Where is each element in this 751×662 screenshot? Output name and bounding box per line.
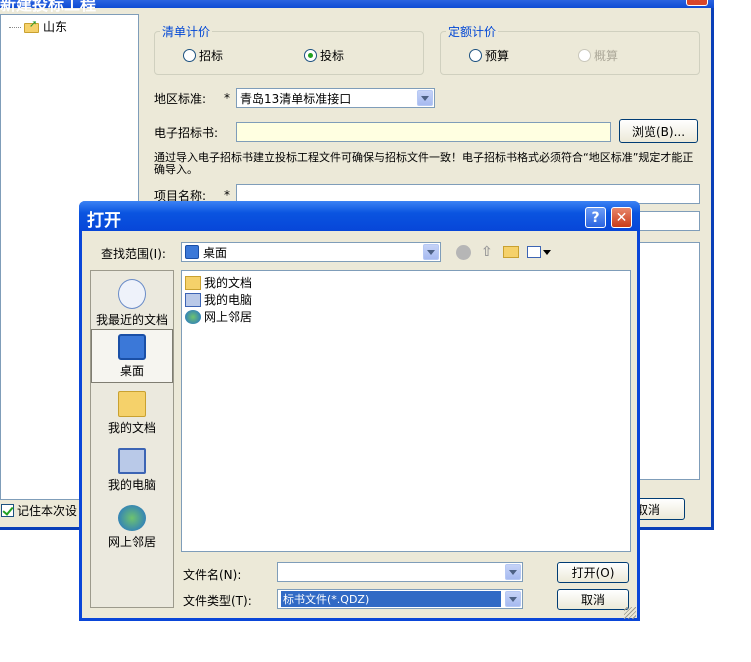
place-network[interactable]: 网上邻居 [91,505,173,550]
back-icon[interactable] [456,245,471,260]
my-computer-icon [118,448,146,474]
place-label: 桌面 [119,364,144,378]
place-label: 我的电脑 [107,478,156,492]
filetype-select[interactable]: 标书文件(*.QDZ) [277,589,523,609]
lookin-select[interactable]: 桌面 [181,242,441,262]
file-name: 我的文档 [204,276,253,290]
radio-estimate: 概算 [578,47,618,64]
list-pricing-title: 清单计价 [160,23,213,40]
file-name: 网上邻居 [204,310,253,324]
radio-circle-disabled [578,49,591,62]
filename-combo[interactable] [277,562,523,582]
place-label: 网上邻居 [107,535,156,549]
view-menu-icon[interactable] [527,246,541,258]
radio-circle [469,49,482,62]
parent-title: 新建投标工程 [0,0,97,14]
region-standard-label: 地区标准: [154,92,207,106]
chevron-down-icon [427,249,435,255]
radio-budget[interactable]: 预算 [469,47,509,64]
radio-label: 概算 [594,49,619,63]
tree-item-shandong[interactable]: ➚ 山东 [9,18,67,35]
etender-input[interactable] [236,122,611,142]
help-icon: ? [591,209,600,226]
place-recent[interactable]: 我最近的文档 [91,279,173,328]
place-label: 我最近的文档 [95,313,168,327]
import-note: 通过导入电子招标书建立投标工程文件可确保与招标文件一致！电子招标书格式必须符合“… [154,151,694,176]
list-item[interactable]: 网上邻居 [185,308,252,325]
region-standard-value: 青岛13清单标准接口 [240,91,352,106]
recent-documents-icon [118,279,146,309]
parent-close-button[interactable]: ✕ [686,0,708,6]
resize-grip[interactable] [624,607,636,619]
dropdown-button[interactable] [423,244,439,260]
radio-tender[interactable]: 招标 [183,47,223,64]
radio-circle-checked [304,49,317,62]
parent-title-bar [0,0,714,8]
my-documents-icon [185,275,201,290]
tree-line [9,27,21,28]
open-button[interactable]: 打开(O) [557,562,629,583]
up-folder-icon[interactable]: ⇧ [481,244,493,260]
my-documents-icon [118,391,146,417]
radio-label: 招标 [199,49,224,63]
chevron-down-icon [509,569,517,575]
quota-pricing-title: 定额计价 [446,23,499,40]
second-input[interactable] [636,211,700,231]
file-list[interactable]: 我的文档 我的电脑 网上邻居 [181,270,631,552]
desktop-icon [185,245,199,259]
region-standard-select[interactable]: 青岛13清单标准接口 [236,88,435,108]
cancel-button[interactable]: 取消 [557,589,629,610]
desktop-icon [118,334,146,360]
description-area[interactable] [636,242,700,480]
close-icon: ✕ [692,0,701,4]
lookin-label: 查找范围(I): [101,247,166,261]
filename-label: 文件名(N): [183,568,242,582]
file-name: 我的电脑 [204,293,253,307]
radio-label: 预算 [485,49,510,63]
tree-item-label: 山东 [43,20,68,34]
required-mark: * [224,91,230,105]
radio-bid[interactable]: 投标 [304,47,344,64]
place-my-computer[interactable]: 我的电脑 [91,448,173,493]
browse-button[interactable]: 浏览(B)... [619,119,698,143]
chevron-down-icon [421,95,429,101]
my-computer-icon [185,292,201,307]
place-my-documents[interactable]: 我的文档 [91,391,173,436]
list-item[interactable]: 我的电脑 [185,291,252,308]
dropdown-button[interactable] [505,591,521,607]
new-folder-icon[interactable] [503,246,519,258]
radio-label: 投标 [320,49,345,63]
network-places-icon [185,309,201,324]
open-dialog-title-bar [79,201,640,231]
help-button[interactable]: ? [585,207,606,228]
etender-label: 电子招标书: [154,126,219,140]
dropdown-button[interactable] [505,564,521,580]
checkbox-checked [1,504,14,517]
remember-checkbox[interactable]: 记住本次设 [1,502,77,519]
required-mark: * [224,188,230,202]
filetype-value: 标书文件(*.QDZ) [281,591,501,607]
lookin-value: 桌面 [203,245,228,260]
place-label: 我的文档 [107,421,156,435]
place-desktop[interactable]: 桌面 [91,329,173,383]
chevron-down-icon [509,596,517,602]
close-icon: ✕ [615,209,628,226]
open-dialog-title: 打开 [87,211,121,231]
list-item[interactable]: 我的文档 [185,274,252,291]
places-bar: 我最近的文档 桌面 我的文档 我的电脑 网上邻居 [90,270,174,608]
network-places-icon [118,505,146,531]
folder-icon: ➚ [24,19,40,33]
close-button[interactable]: ✕ [611,207,632,228]
radio-circle [183,49,196,62]
dropdown-button[interactable] [417,90,433,106]
view-chevron-icon[interactable] [543,250,551,255]
remember-label: 记住本次设 [17,504,78,518]
filetype-label: 文件类型(T): [183,594,252,608]
